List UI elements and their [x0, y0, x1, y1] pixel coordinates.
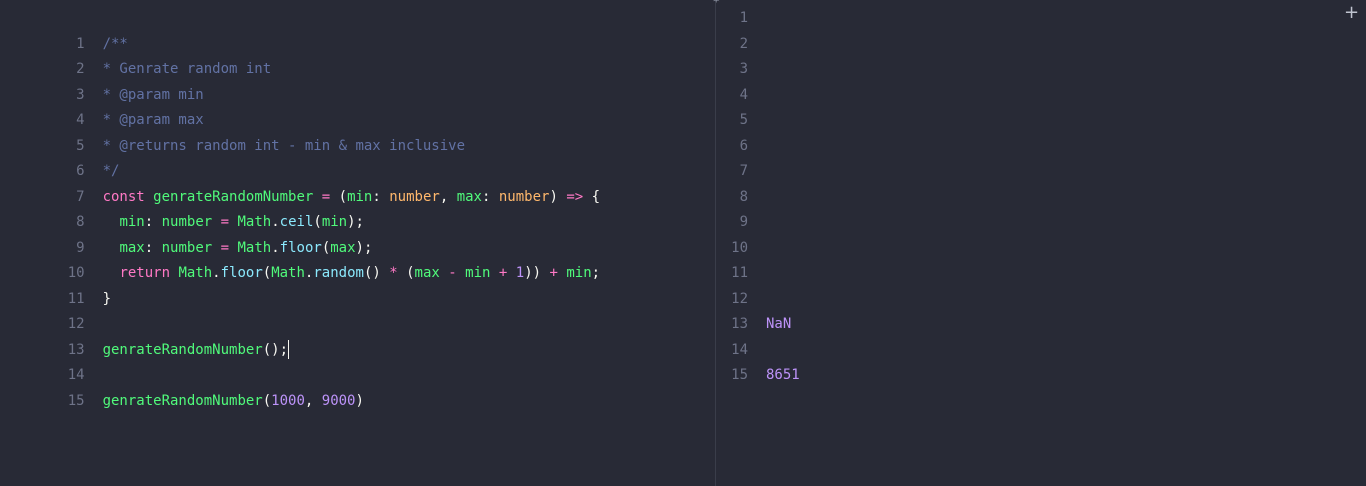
output-line: 4 [716, 83, 1366, 109]
output-line: 14 [716, 338, 1366, 364]
line-number: 15 [67, 392, 85, 409]
output-line: 13 NaN [716, 312, 1366, 338]
output-line: 12 [716, 287, 1366, 313]
code-line: 13 genrateRandomNumber(); [0, 312, 715, 359]
output-line: 7 [716, 159, 1366, 185]
code-line: 4 * @param max [0, 83, 715, 128]
app-window: 1/** 2 * Genrate random int 3 * @param min… [0, 0, 1366, 486]
code-line: 15 genrateRandomNumber(1000, 9000) [0, 363, 715, 409]
line-number: 7 [739, 163, 748, 179]
code-line: 5 * @returns random int - min & max inclu… [0, 108, 715, 154]
line-number: 1 [739, 10, 748, 26]
code-line: 1/** [0, 6, 715, 52]
output-line: 15 8651 [716, 363, 1366, 389]
output-panel: + 1 2 3 4 5 6 7 8 9 10 11 12 13 NaN 14 15… [716, 0, 1366, 486]
code-line: 9 max: number = Math.floor(max); [0, 210, 715, 256]
code-line: 10 return Math.floor(Math.random() * (ma… [0, 236, 715, 281]
output-line: 8 [716, 185, 1366, 211]
code-line: 14 [0, 338, 715, 383]
number-literal: 9000 [321, 392, 356, 409]
line-number: 14 [731, 341, 748, 358]
output-line: 11 [716, 261, 1366, 287]
line-number: 2 [739, 35, 748, 52]
code-editor[interactable]: 1/** 2 * Genrate random int 3 * @param min… [0, 0, 715, 486]
line-number: 12 [731, 290, 748, 307]
number-literal: 1000 [271, 392, 305, 409]
result-value: 8651 [766, 367, 800, 383]
line-number: 10 [731, 239, 748, 256]
code-line: 2 * Genrate random int [0, 32, 715, 77]
line-number: 5 [739, 112, 748, 128]
punctuation: ) [355, 392, 364, 409]
output-line: 1 [716, 6, 1366, 32]
punctuation: ( [262, 392, 272, 409]
code-line: 7 const genrateRandomNumber = (min: numbe… [0, 159, 715, 205]
line-number: 11 [731, 265, 748, 281]
output-line: 10 [716, 236, 1366, 262]
code-line: 12 [0, 287, 715, 332]
line-number: 15 [731, 367, 748, 383]
code-line: 6 */ [0, 134, 715, 179]
line-number: 9 [739, 214, 748, 230]
punctuation: , [304, 392, 314, 409]
line-number: 8 [739, 188, 748, 205]
output-line: 6 [716, 134, 1366, 160]
line-number: 13 [731, 316, 748, 332]
result-value: NaN [766, 316, 792, 332]
output-line: 3 [716, 57, 1366, 83]
output-line: 9 [716, 210, 1366, 236]
output-line: 2 [716, 32, 1366, 58]
code-line: 11} [0, 261, 715, 307]
code-line: 8 min: number = Math.ceil(min); [0, 185, 715, 230]
output-line: 5 [716, 108, 1366, 134]
line-number: 6 [739, 137, 748, 154]
line-number: 3 [739, 61, 748, 77]
line-number: 4 [739, 86, 748, 103]
code-line: 3 * @param min [0, 57, 715, 103]
function-call: genrateRandomNumber [102, 392, 263, 409]
